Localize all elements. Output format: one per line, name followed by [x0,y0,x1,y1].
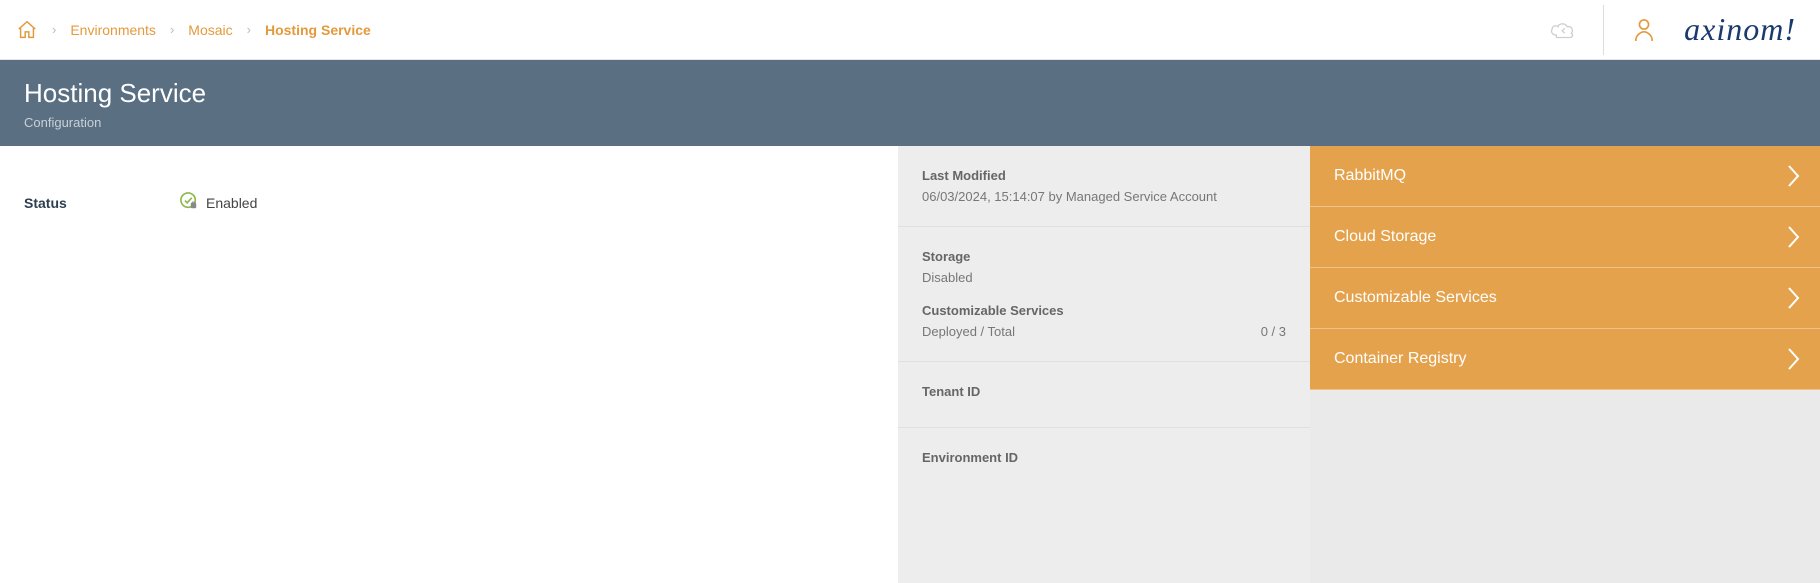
content-panel: Status Enabled [0,146,898,583]
storage-label: Storage [922,249,1286,264]
enabled-check-icon [180,192,198,213]
status-label: Status [24,195,180,211]
last-modified-block: Last Modified 06/03/2024, 15:14:07 by Ma… [898,146,1310,227]
home-icon[interactable] [16,19,38,41]
deployed-total-value: 0 / 3 [1261,324,1286,339]
deployed-total-row: Deployed / Total 0 / 3 [922,324,1286,339]
chevron-right-icon: › [52,22,56,37]
user-icon[interactable] [1624,10,1664,50]
nav-container-registry[interactable]: Container Registry [1310,329,1820,390]
breadcrumb-mosaic[interactable]: Mosaic [188,22,232,38]
chevron-right-icon: › [170,22,174,37]
nav-customizable-services[interactable]: Customizable Services [1310,268,1820,329]
storage-value: Disabled [922,270,1286,285]
storage-block: Storage Disabled Customizable Services D… [898,227,1310,362]
chevron-right-icon [1786,163,1802,189]
nav-rabbitmq[interactable]: RabbitMQ [1310,146,1820,207]
nav-container-registry-label: Container Registry [1334,350,1467,368]
tenant-id-label: Tenant ID [922,384,1286,399]
chevron-right-icon: › [247,22,251,37]
environment-id-label: Environment ID [922,450,1286,465]
status-row: Status Enabled [24,192,874,213]
chevron-right-icon [1786,285,1802,311]
nav-cloud-storage-label: Cloud Storage [1334,228,1436,246]
top-bar: › Environments › Mosaic › Hosting Servic… [0,0,1820,60]
tenant-block: Tenant ID [898,362,1310,428]
info-panel: Last Modified 06/03/2024, 15:14:07 by Ma… [898,146,1310,583]
chevron-right-icon [1786,346,1802,372]
nav-customizable-services-label: Customizable Services [1334,289,1497,307]
breadcrumb: › Environments › Mosaic › Hosting Servic… [16,19,371,41]
status-text: Enabled [206,195,257,211]
customizable-services-label: Customizable Services [922,303,1286,318]
divider [1603,5,1604,55]
side-nav: RabbitMQ Cloud Storage Customizable Serv… [1310,146,1820,583]
last-modified-value: 06/03/2024, 15:14:07 by Managed Service … [922,189,1286,204]
page-title: Hosting Service [24,78,1796,109]
deployed-total-key: Deployed / Total [922,324,1015,339]
nav-cloud-storage[interactable]: Cloud Storage [1310,207,1820,268]
status-value: Enabled [180,192,257,213]
page-subtitle: Configuration [24,115,1796,130]
cloud-sync-icon[interactable] [1543,10,1583,50]
main-area: Status Enabled Last Modified 06/03/2024,… [0,146,1820,583]
environment-block: Environment ID [898,428,1310,493]
chevron-right-icon [1786,224,1802,250]
top-right-controls: axinom! [1543,5,1796,55]
nav-rabbitmq-label: RabbitMQ [1334,167,1406,185]
brand-logo: axinom! [1684,11,1796,48]
last-modified-label: Last Modified [922,168,1286,183]
breadcrumb-current: Hosting Service [265,22,371,38]
breadcrumb-environments[interactable]: Environments [70,22,156,38]
page-header: Hosting Service Configuration [0,60,1820,146]
